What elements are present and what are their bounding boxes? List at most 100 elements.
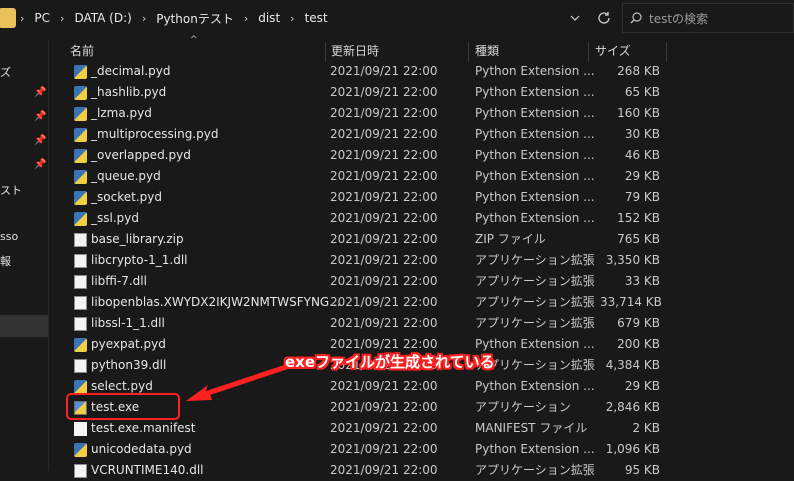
search-icon <box>623 12 649 24</box>
file-size: 4,384 KB <box>605 358 660 372</box>
file-date: 2021/09/21 22:00 <box>330 421 438 435</box>
breadcrumb[interactable]: › PC › DATA (D:) › Pythonテスト › dist › te… <box>20 4 620 32</box>
highlight-box <box>66 393 180 420</box>
python-file-icon <box>74 380 87 394</box>
python-file-icon <box>74 107 87 121</box>
python-file-icon <box>74 86 87 100</box>
file-date: 2021/09/21 22:00 <box>330 211 438 225</box>
file-type: アプリケーション拡張 <box>475 253 595 267</box>
file-row[interactable]: _multiprocessing.pyd 2021/09/21 22:00 Pyth… <box>60 124 670 145</box>
file-size: 160 KB <box>617 106 660 120</box>
file-size: 29 KB <box>624 379 660 393</box>
column-type[interactable]: 種類 <box>475 40 499 62</box>
file-row[interactable]: _lzma.pyd 2021/09/21 22:00 Python Extensio… <box>60 103 670 124</box>
search-input[interactable]: testの検索 <box>622 3 794 33</box>
python-file-icon <box>74 338 87 352</box>
file-row[interactable]: _overlapped.pyd 2021/09/21 22:00 Python Ex… <box>60 145 670 166</box>
dll-file-icon <box>74 359 87 373</box>
column-divider[interactable] <box>588 42 589 62</box>
column-divider[interactable] <box>325 42 326 62</box>
file-type: アプリケーション拡張 <box>475 316 595 330</box>
file-type: Python Extension ... <box>475 379 595 393</box>
python-file-icon <box>74 212 87 226</box>
file-date: 2021/09/21 22:00 <box>330 148 438 162</box>
python-file-icon <box>74 191 87 205</box>
nav-item-3[interactable]: sso <box>0 230 18 243</box>
breadcrumb-python-test[interactable]: Pythonテスト <box>156 10 234 27</box>
file-type: Python Extension ... <box>475 85 595 99</box>
dll-file-icon <box>74 317 87 331</box>
python-file-icon <box>74 149 87 163</box>
file-date: 2021/09/21 22:00 <box>330 106 438 120</box>
file-row[interactable]: _queue.pyd 2021/09/21 22:00 Python Extensi… <box>60 166 670 187</box>
file-date: 2021/09/21 22:00 <box>330 232 438 246</box>
file-size: 765 KB <box>617 232 660 246</box>
file-row[interactable]: _socket.pyd 2021/09/21 22:00 Python Extens… <box>60 187 670 208</box>
file-date: 2021/09/21 22:00 <box>330 169 438 183</box>
column-divider[interactable] <box>666 42 667 62</box>
file-type: Python Extension ... <box>475 190 595 204</box>
file-row[interactable]: libcrypto-1_1.dll 2021/09/21 22:00 アプリケーショ… <box>60 250 670 271</box>
file-type: Python Extension ... <box>475 148 595 162</box>
file-date: 2021/09/21 22:00 <box>330 295 438 309</box>
file-name: _queue.pyd <box>91 169 161 183</box>
file-date: 2021/09/21 22:00 <box>330 274 438 288</box>
column-divider[interactable] <box>468 42 469 62</box>
search-placeholder: testの検索 <box>649 11 709 26</box>
file-name: libcrypto-1_1.dll <box>91 253 188 267</box>
file-size: 33 KB <box>624 274 660 288</box>
file-type: Python Extension ... <box>475 127 595 141</box>
pin-icon: 📌 <box>34 159 47 170</box>
breadcrumb-sep: › <box>60 11 65 25</box>
python-file-icon <box>74 65 87 79</box>
file-date: 2021/09/21 22:00 <box>330 85 438 99</box>
file-name: _hashlib.pyd <box>91 85 167 99</box>
file-name: test.exe.manifest <box>91 421 196 435</box>
nav-item-1[interactable]: ズ <box>0 64 11 80</box>
chevron-down-icon[interactable] <box>566 10 584 26</box>
file-size: 46 KB <box>624 148 660 162</box>
breadcrumb-dist[interactable]: dist <box>258 11 280 25</box>
file-size: 152 KB <box>617 211 660 225</box>
python-file-icon <box>74 128 87 142</box>
file-date: 2021/09/21 22:00 <box>330 64 438 78</box>
file-row[interactable]: _ssl.pyd 2021/09/21 22:00 Python Extension… <box>60 208 670 229</box>
nav-item-2[interactable]: スト <box>0 182 22 198</box>
breadcrumb-pc[interactable]: PC <box>34 11 50 25</box>
file-name: pyexpat.pyd <box>91 337 166 351</box>
dll-file-icon <box>74 464 87 478</box>
breadcrumb-sep: › <box>141 11 147 25</box>
file-row[interactable]: unicodedata.pyd 2021/09/21 22:00 Python Ex… <box>60 439 670 460</box>
column-name[interactable]: 名前 <box>70 40 94 62</box>
refresh-icon[interactable] <box>594 8 614 28</box>
file-type: ZIP ファイル <box>475 232 546 246</box>
annotation-text: exeファイルが生成されている <box>285 353 495 371</box>
file-row[interactable]: base_library.zip 2021/09/21 22:00 ZIP ファイル… <box>60 229 670 250</box>
file-type: Python Extension ... <box>475 442 595 456</box>
file-size: 3,350 KB <box>605 253 660 267</box>
breadcrumb-test[interactable]: test <box>305 11 328 25</box>
file-name: base_library.zip <box>91 232 184 246</box>
nav-item-4[interactable]: 報 <box>0 253 11 269</box>
file-type: Python Extension ... <box>475 211 595 225</box>
dll-file-icon <box>74 254 87 268</box>
pin-icon: 📌 <box>34 87 47 98</box>
dll-file-icon <box>74 275 87 289</box>
folder-icon <box>0 8 16 28</box>
file-row[interactable]: libopenblas.XWYDX2IKJW2NMTWSFYNG... 2021/… <box>60 292 670 313</box>
column-date[interactable]: 更新日時 <box>331 40 379 62</box>
file-name: _lzma.pyd <box>91 106 152 120</box>
breadcrumb-drive[interactable]: DATA (D:) <box>74 11 131 25</box>
file-row[interactable]: libssl-1_1.dll 2021/09/21 22:00 アプリケーション拡張… <box>60 313 670 334</box>
python-file-icon <box>74 443 87 457</box>
pin-icon: 📌 <box>34 135 47 146</box>
file-row[interactable]: _decimal.pyd 2021/09/21 22:00 Python Exten… <box>60 61 670 82</box>
file-row[interactable]: libffi-7.dll 2021/09/21 22:00 アプリケーション拡張 33… <box>60 271 670 292</box>
address-bar: › PC › DATA (D:) › Pythonテスト › dist › te… <box>0 0 794 40</box>
file-name: libopenblas.XWYDX2IKJW2NMTWSFYNG... <box>91 295 341 309</box>
nav-item-selected[interactable] <box>0 315 48 337</box>
file-row[interactable]: _hashlib.pyd 2021/09/21 22:00 Python Exten… <box>60 82 670 103</box>
file-row[interactable]: test.exe.manifest 2021/09/21 22:00 MANIFES… <box>60 418 670 439</box>
column-size[interactable]: サイズ <box>595 40 631 62</box>
file-size: 2 KB <box>632 421 660 435</box>
